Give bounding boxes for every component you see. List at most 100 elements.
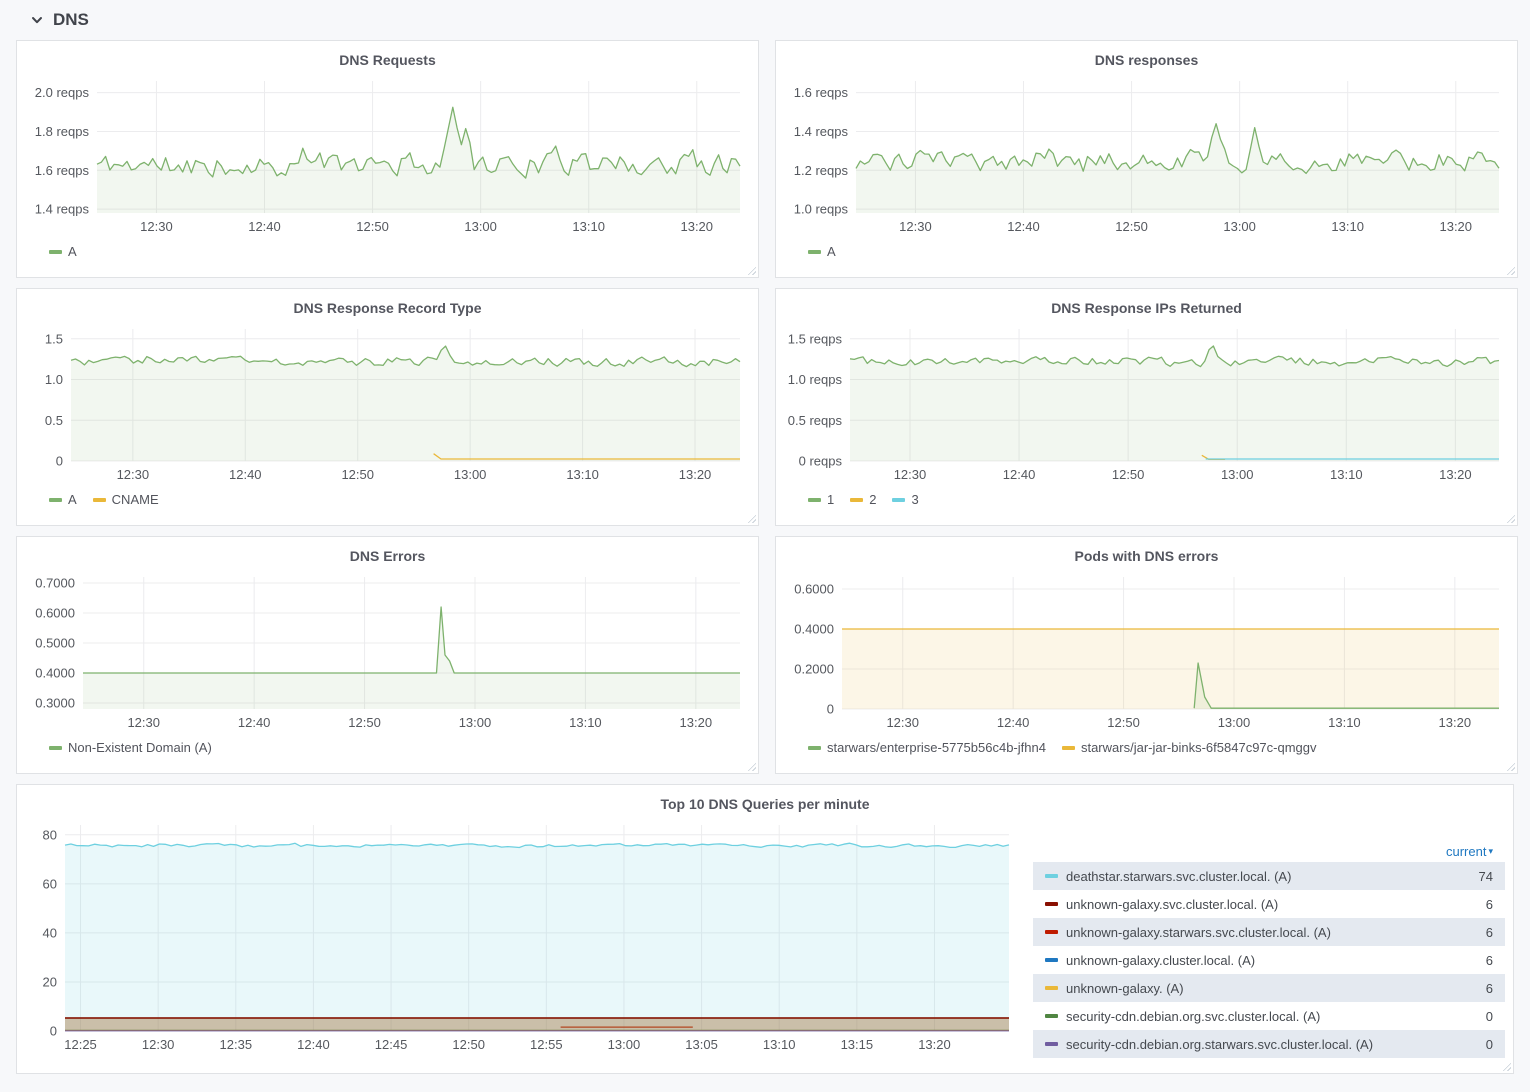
svg-text:12:30: 12:30	[127, 715, 160, 730]
dns-response-ips-returned-chart[interactable]: 12:30 12:40 12:50 13:00 13:10 13:20 1.5 reqps 1…	[784, 321, 1509, 487]
dns-responses-chart[interactable]: 12:30 12:40 12:50 13:00 13:10 13:20 1.6 reqps 1…	[784, 73, 1509, 239]
panel-title[interactable]: DNS Response Record Type	[25, 289, 750, 321]
svg-text:1.5 reqps: 1.5 reqps	[788, 331, 843, 346]
legend-label: starwars/enterprise-5775b56c4b-jfhn4	[827, 740, 1046, 755]
panel-dns-requests: DNS Requests 12:30 12:40 12:50 13:00 13:10 13…	[16, 40, 759, 278]
legend-item[interactable]: A	[808, 244, 836, 259]
section-title: DNS	[53, 10, 89, 29]
series-name-label: unknown-galaxy.starwars.svc.cluster.loca…	[1066, 924, 1331, 940]
svg-text:13:10: 13:10	[763, 1037, 796, 1052]
legend-sort-header[interactable]: current ▾	[1033, 841, 1505, 862]
resize-handle-icon[interactable]	[746, 761, 756, 771]
legend-item[interactable]: A	[49, 244, 77, 259]
svg-text:12:40: 12:40	[997, 715, 1030, 730]
svg-text:0.4000: 0.4000	[794, 622, 834, 637]
dns-requests-chart[interactable]: 12:30 12:40 12:50 13:00 13:10 13:20 2.0 reqps 1…	[25, 73, 750, 239]
legend-label: A	[68, 244, 77, 259]
svg-text:1.2 reqps: 1.2 reqps	[794, 163, 849, 178]
svg-text:80: 80	[43, 827, 57, 842]
dns-row-header[interactable]: DNS	[16, 0, 1514, 40]
legend-item[interactable]: 3	[892, 492, 919, 507]
legend-table-row[interactable]: deathstar.starwars.svc.cluster.local. (A…	[1033, 862, 1505, 890]
legend-dns-requests: A	[25, 239, 750, 259]
svg-text:13:20: 13:20	[1439, 715, 1472, 730]
legend-label: starwars/jar-jar-binks-6f5847c97c-qmggv	[1080, 740, 1317, 755]
panel-title[interactable]: DNS Response IPs Returned	[784, 289, 1509, 321]
resize-handle-icon[interactable]	[1505, 761, 1515, 771]
resize-handle-icon[interactable]	[1501, 1061, 1511, 1071]
svg-text:12:35: 12:35	[220, 1037, 253, 1052]
svg-text:1.4 reqps: 1.4 reqps	[794, 124, 849, 139]
current-value-cell: 74	[1478, 868, 1493, 884]
svg-text:0.6000: 0.6000	[794, 582, 834, 597]
dns-response-record-type-chart[interactable]: 12:30 12:40 12:50 13:00 13:10 13:20 1.5 1.0 0.5 0	[25, 321, 750, 487]
panel-row-3: DNS Errors 12:30 12:40 12:50 13:00 13:10 13:2…	[16, 536, 1518, 774]
series-name-label: security-cdn.debian.org.starwars.svc.clu…	[1066, 1036, 1374, 1052]
legend-item[interactable]: A	[49, 492, 77, 507]
svg-text:12:40: 12:40	[229, 467, 262, 482]
panel-title[interactable]: Top 10 DNS Queries per minute	[25, 785, 1505, 817]
svg-text:0 reqps: 0 reqps	[799, 454, 843, 469]
series-color-dash-icon	[1061, 745, 1075, 750]
series-color-dash-icon	[1045, 902, 1058, 906]
top10-dns-queries-chart[interactable]: 12:25 12:30 12:35 12:40 12:45 12:50 12:55 13:00…	[25, 817, 1019, 1057]
current-column-label: current	[1446, 844, 1487, 859]
series-name-cell: deathstar.starwars.svc.cluster.local. (A…	[1045, 869, 1439, 884]
legend-item[interactable]: 2	[850, 492, 876, 507]
legend-item[interactable]: 1	[808, 492, 834, 507]
svg-text:0.3000: 0.3000	[35, 696, 75, 711]
svg-text:13:20: 13:20	[680, 715, 713, 730]
series-color-dash-icon	[892, 497, 906, 502]
series-color-dash-icon	[1045, 958, 1058, 962]
panel-title[interactable]: Pods with DNS errors	[784, 537, 1509, 569]
svg-text:1.0: 1.0	[45, 372, 63, 387]
panel-dns-errors: DNS Errors 12:30 12:40 12:50 13:00 13:10 13:2…	[16, 536, 759, 774]
legend-item[interactable]: starwars/jar-jar-binks-6f5847c97c-qmggv	[1061, 740, 1317, 755]
svg-text:0.4000: 0.4000	[35, 666, 75, 681]
series-color-dash-icon	[49, 249, 62, 254]
legend-table-row[interactable]: unknown-galaxy.starwars.svc.cluster.loca…	[1033, 918, 1505, 946]
legend-table-row[interactable]: unknown-galaxy. (A) 6	[1033, 974, 1505, 1002]
legend-item[interactable]: starwars/enterprise-5775b56c4b-jfhn4	[808, 740, 1046, 755]
svg-text:12:30: 12:30	[886, 715, 919, 730]
resize-handle-icon[interactable]	[746, 265, 756, 275]
legend-table-row[interactable]: security-cdn.debian.org.svc.cluster.loca…	[1033, 1002, 1505, 1030]
panel-title[interactable]: DNS responses	[784, 41, 1509, 73]
svg-text:12:40: 12:40	[1003, 467, 1036, 482]
series-color-dash-icon	[1045, 1014, 1058, 1018]
legend-item[interactable]: Non-Existent Domain (A)	[49, 740, 212, 755]
resize-handle-icon[interactable]	[746, 513, 756, 523]
chevron-down-icon	[32, 17, 42, 24]
svg-text:12:30: 12:30	[142, 1037, 175, 1052]
svg-text:12:30: 12:30	[894, 467, 927, 482]
svg-text:13:00: 13:00	[1223, 219, 1256, 234]
dns-errors-chart[interactable]: 12:30 12:40 12:50 13:00 13:10 13:20 0.7000 0.60…	[25, 569, 750, 735]
svg-text:0: 0	[56, 454, 63, 469]
resize-handle-icon[interactable]	[1505, 265, 1515, 275]
resize-handle-icon[interactable]	[1505, 513, 1515, 523]
svg-text:12:55: 12:55	[530, 1037, 563, 1052]
legend-table-row[interactable]: unknown-galaxy.cluster.local. (A) 6	[1033, 946, 1505, 974]
legend-label: A	[827, 244, 836, 259]
panel-title[interactable]: DNS Requests	[25, 41, 750, 73]
legend-item[interactable]: CNAME	[92, 492, 159, 507]
svg-text:13:20: 13:20	[680, 219, 713, 234]
legend-table-row[interactable]: unknown-galaxy.svc.cluster.local. (A) 6	[1033, 890, 1505, 918]
svg-text:13:20: 13:20	[918, 1037, 951, 1052]
series-name-cell: security-cdn.debian.org.svc.cluster.loca…	[1045, 1009, 1439, 1024]
svg-text:12:50: 12:50	[1115, 219, 1148, 234]
panel-title[interactable]: DNS Errors	[25, 537, 750, 569]
series-color-dash-icon	[1045, 1042, 1058, 1046]
current-value-cell: 6	[1485, 980, 1493, 996]
svg-text:13:15: 13:15	[841, 1037, 874, 1052]
current-value-cell: 0	[1485, 1036, 1493, 1052]
svg-text:1.0 reqps: 1.0 reqps	[788, 372, 843, 387]
svg-text:12:30: 12:30	[140, 219, 173, 234]
panel-row-4: Top 10 DNS Queries per minute 12:25 12:30…	[16, 784, 1514, 1074]
series-color-dash-icon	[850, 497, 864, 502]
svg-text:12:25: 12:25	[64, 1037, 97, 1052]
legend-table-row[interactable]: security-cdn.debian.org.starwars.svc.clu…	[1033, 1030, 1505, 1058]
svg-text:13:10: 13:10	[1328, 715, 1361, 730]
pods-with-dns-errors-chart[interactable]: 12:30 12:40 12:50 13:00 13:10 13:20 0.6000 0.40…	[784, 569, 1509, 735]
current-value-cell: 6	[1485, 896, 1493, 912]
